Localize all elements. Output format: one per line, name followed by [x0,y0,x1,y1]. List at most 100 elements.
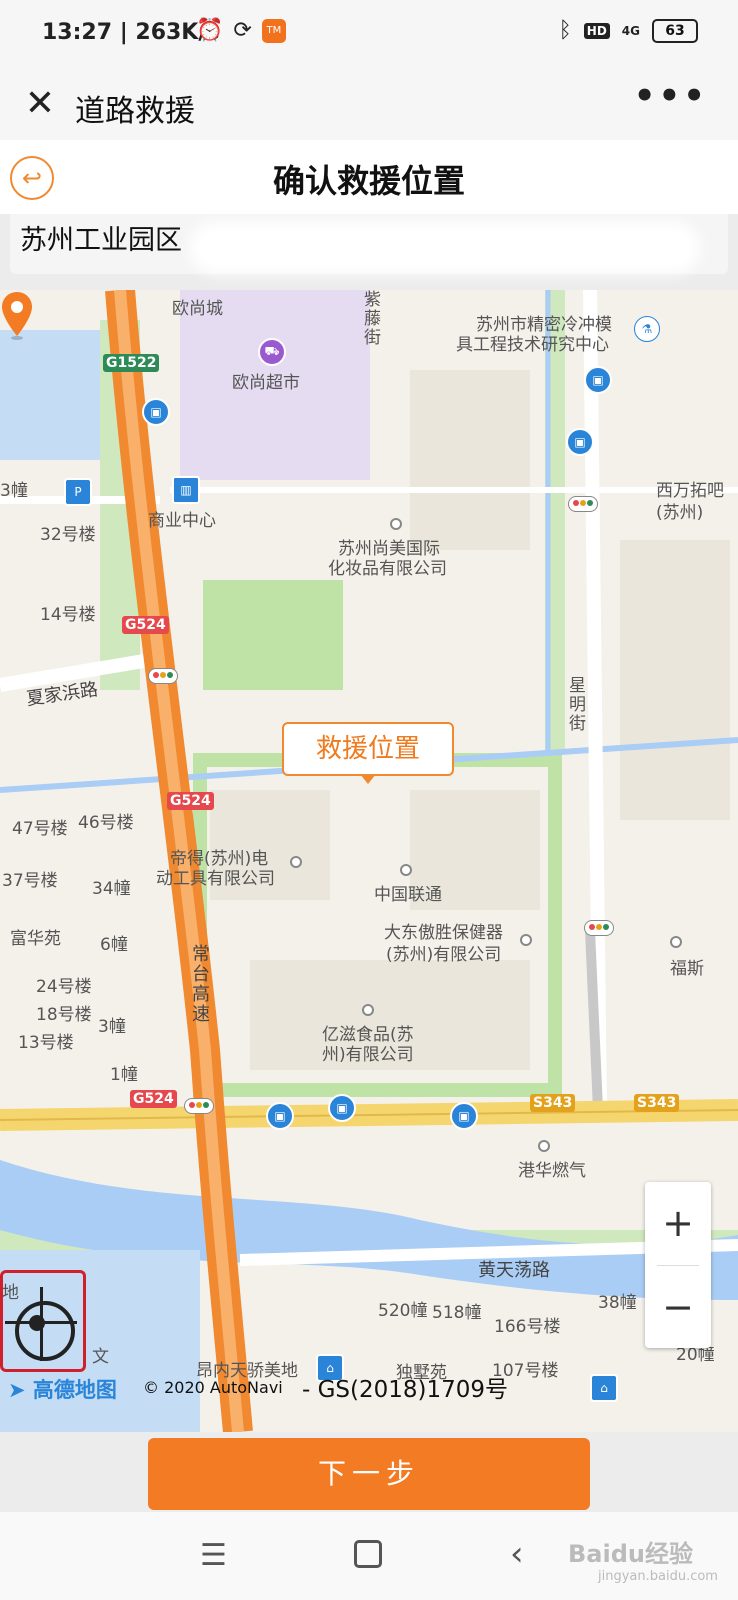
building-icon[interactable]: ▥ [172,476,200,504]
traffic-light-icon [148,668,178,684]
map-label: 具工程技术研究中心 [456,335,609,355]
map-road-label: 星明街 [565,676,585,733]
location-pin-icon[interactable] [0,290,34,340]
map-view[interactable]: 欧尚城 欧尚超市 紫藤街 苏州市精密冷冲模 具工程技术研究中心 西万拓吧 (苏州… [0,290,738,1432]
map-label: 欧尚超市 [232,373,300,393]
map-label: 47号楼 [12,819,68,839]
map-label: (苏州) [656,503,704,523]
more-icon[interactable]: ••• [634,76,708,116]
address-redaction [200,232,690,264]
poi-marker[interactable] [290,856,302,868]
app-title: 道路救援 [75,94,195,129]
map-label: 3幢 [98,1017,126,1037]
bus-stop-icon[interactable]: ▣ [584,366,612,394]
hd-badge: HD [583,22,610,39]
map-label: 商业中心 [148,511,216,531]
address-value: 苏州工业园区 [20,225,182,256]
bluetooth-icon: ᛒ [558,18,572,43]
app-bar: ✕ 道路救援 ••• [0,70,738,140]
page-title: 确认救援位置 [272,162,465,200]
map-road-label: 黄天荡路 [478,1260,550,1281]
crosshair-icon [15,1301,75,1361]
status-icons: ⏰ ⟳ TM [196,18,286,43]
map-label: 37号楼 [2,871,58,891]
next-step-button[interactable]: 下一步 [148,1438,590,1510]
poi-marker[interactable] [400,864,412,876]
poi-marker[interactable] [390,518,402,530]
highway-shield: G524 [130,1090,177,1108]
traffic-light-icon [184,1098,214,1114]
map-label: 港华燃气 [518,1161,586,1181]
locate-me-button[interactable] [0,1270,86,1372]
home-icon[interactable]: ⌂ [590,1374,618,1402]
highway-shield: G524 [167,792,214,810]
lab-icon[interactable]: ⚗ [634,316,660,342]
traffic-light-icon [584,920,614,936]
poi-marker[interactable] [538,1140,550,1152]
zoom-control: + − [645,1182,711,1348]
rescue-location-label: 救援位置 [282,722,454,784]
map-label: 化妆品有限公司 [328,559,447,579]
signal-icon: 4G [621,23,640,38]
map-label: 32号楼 [40,525,96,545]
shopping-cart-icon[interactable]: ⛟ [258,338,286,366]
map-label: 福斯 [670,959,704,979]
bus-stop-icon[interactable]: ▣ [450,1102,478,1130]
map-label: (苏州)有限公司 [386,945,502,965]
poi-marker[interactable] [362,1004,374,1016]
school-icon: 文 [92,1347,109,1367]
map-label: 3幢 [0,481,28,501]
highway-shield: G524 [122,616,169,634]
menu-icon[interactable]: ☰ [200,1538,227,1573]
road-shield: S343 [530,1094,576,1112]
map-label: 富华苑 [10,929,61,949]
bus-stop-icon[interactable]: ▣ [266,1102,294,1130]
map-label: 1幢 [110,1065,138,1085]
map-label: 18号楼 [36,1005,92,1025]
map-label: 欧尚城 [172,299,223,319]
bus-stop-icon[interactable]: ▣ [566,428,594,456]
map-label: 紫藤街 [360,290,380,347]
map-label: 中国联通 [374,885,442,905]
status-bar: 13:27 | 263K/s ⏰ ⟳ TM ᛒ HD 4G 63 [0,0,738,70]
amap-logo: ➤ 高德地图 [8,1378,117,1402]
map-label: 518幢 [432,1303,482,1323]
map-label: 520幢 [378,1301,428,1321]
highway-shield: G1522 [103,354,160,372]
map-label: 6幢 [100,935,128,955]
parking-icon[interactable]: P [64,478,92,506]
bus-stop-icon[interactable]: ▣ [142,398,170,426]
back-icon[interactable]: ↩ [10,156,54,200]
map-label: 34幢 [92,879,131,899]
traffic-light-icon [568,496,598,512]
map-copyright: © 2020 AutoNavi [143,1378,283,1397]
poi-marker[interactable] [670,936,682,948]
map-label: 24号楼 [36,977,92,997]
map-label: 38幢 [598,1293,637,1313]
zoom-in-button[interactable]: + [645,1182,711,1265]
poi-marker[interactable] [520,934,532,946]
map-label: 动工具有限公司 [156,869,275,889]
battery-icon: 63 [652,18,698,43]
zoom-out-button[interactable]: − [645,1266,711,1349]
map-label: 166号楼 [494,1317,561,1337]
alarm-icon: ⏰ [196,18,224,43]
map-label: 州)有限公司 [322,1045,414,1065]
map-label: 46号楼 [78,813,134,833]
baidu-watermark: Baidu经验 jingyan.baidu.com [568,1540,718,1584]
map-label: 14号楼 [40,605,96,625]
close-icon[interactable]: ✕ [20,82,60,126]
sync-icon: ⟳ [233,18,252,43]
map-approval-number: - GS(2018)1709号 [302,1377,509,1403]
home-square-icon[interactable] [354,1540,382,1568]
map-label: 13号楼 [18,1033,74,1053]
address-field[interactable]: 苏州工业园区 [10,214,728,274]
system-nav-bar: ☰ ‹ Baidu经验 jingyan.baidu.com [0,1512,738,1600]
map-road-label: 常台高速 [189,944,210,1024]
back-chevron-icon[interactable]: ‹ [510,1534,524,1574]
bus-stop-icon[interactable]: ▣ [328,1094,356,1122]
app-notification-icon: TM [261,18,286,43]
page-header: 确认救援位置 ↩ [0,140,738,214]
status-right: ᛒ HD 4G 63 [559,18,698,43]
status-time: 13:27 | 263K/s [42,20,220,45]
